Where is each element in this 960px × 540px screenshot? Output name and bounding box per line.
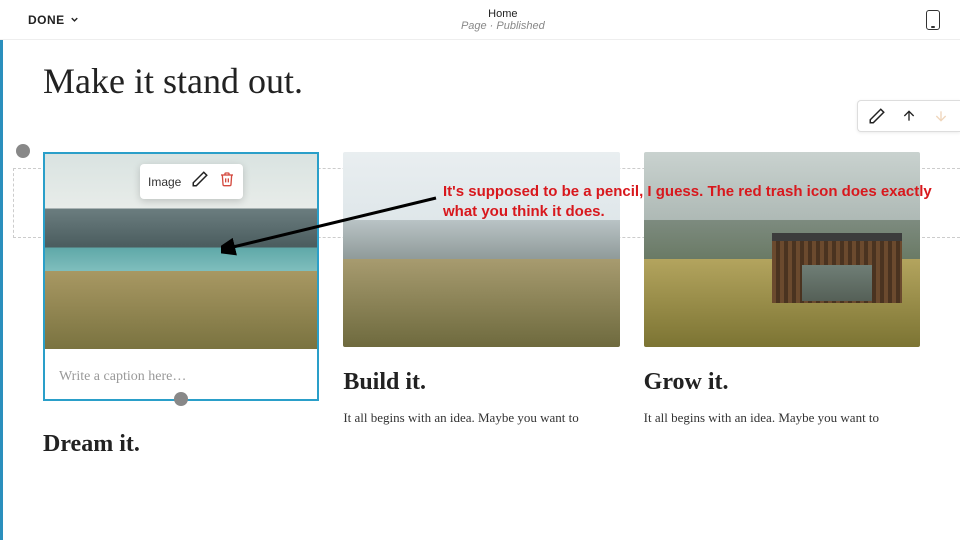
move-down-button[interactable] <box>932 107 950 125</box>
move-up-button[interactable] <box>900 107 918 125</box>
block-toolbar <box>857 100 960 132</box>
pencil-icon <box>191 170 209 188</box>
resize-handle-left[interactable] <box>16 144 30 158</box>
arrow-down-icon <box>933 108 949 124</box>
annotation-arrow <box>221 196 441 256</box>
image-toolbar: Image <box>140 164 243 199</box>
editor-canvas: Make it stand out. It's supposed to be a… <box>0 40 960 540</box>
arrow-up-icon <box>901 108 917 124</box>
annotation-text: It's supposed to be a pencil, I guess. T… <box>443 182 940 223</box>
image-edit-button[interactable] <box>191 170 209 193</box>
chevron-down-icon <box>69 14 80 25</box>
image-delete-button[interactable] <box>219 171 235 192</box>
page-name: Home <box>461 8 545 20</box>
edit-button[interactable] <box>868 107 886 125</box>
editor-topbar: DONE Home Page · Published <box>0 0 960 40</box>
card-body[interactable]: It all begins with an idea. Maybe you wa… <box>644 408 920 428</box>
page-status: Page · Published <box>461 20 545 32</box>
topbar-page-info: Home Page · Published <box>461 8 545 32</box>
card-title[interactable]: Dream it. <box>43 431 319 458</box>
done-button[interactable]: DONE <box>28 13 80 27</box>
card-title[interactable]: Grow it. <box>644 369 920 396</box>
page-title[interactable]: Make it stand out. <box>43 60 920 102</box>
pencil-icon <box>868 107 886 125</box>
caption-input[interactable]: Write a caption here… <box>59 369 186 385</box>
card-title[interactable]: Build it. <box>343 369 619 396</box>
trash-icon <box>219 171 235 187</box>
cabin-graphic <box>772 233 902 303</box>
card-body[interactable]: It all begins with an idea. Maybe you wa… <box>343 408 619 428</box>
device-mobile-icon <box>926 10 940 30</box>
image-toolbar-label: Image <box>148 175 181 189</box>
done-label: DONE <box>28 13 65 27</box>
device-preview-button[interactable] <box>926 10 940 30</box>
resize-handle-bottom[interactable] <box>174 392 188 406</box>
